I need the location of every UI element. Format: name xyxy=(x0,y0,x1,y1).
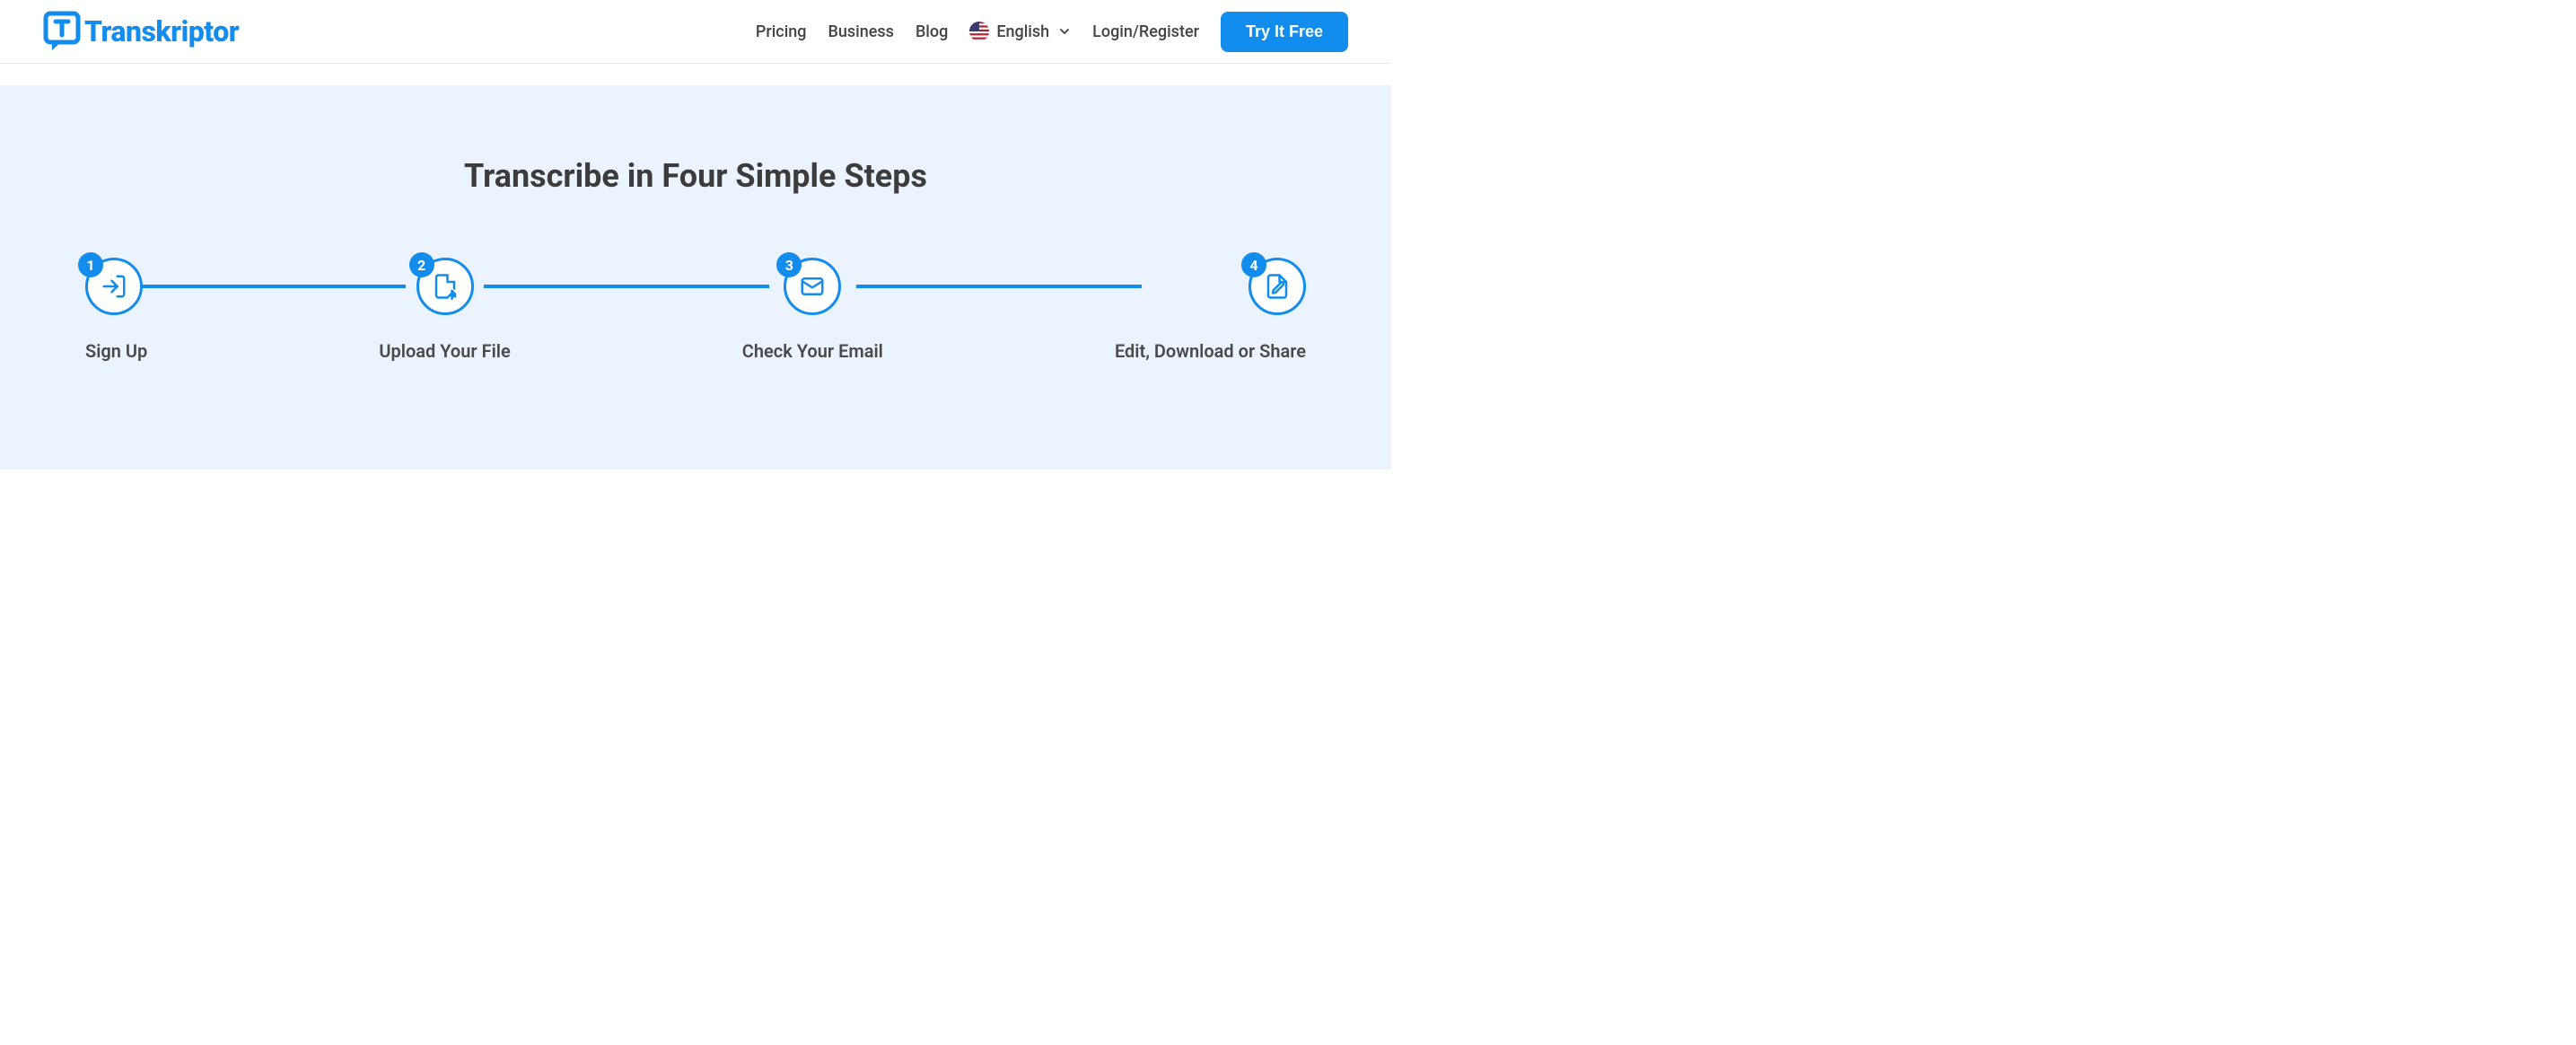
nav-login[interactable]: Login/Register xyxy=(1092,22,1199,41)
step-label: Sign Up xyxy=(85,340,147,362)
step-label: Edit, Download or Share xyxy=(1115,340,1306,362)
step-signup: 1 Sign Up xyxy=(85,258,147,362)
logo-icon xyxy=(43,11,81,52)
nav-blog[interactable]: Blog xyxy=(916,22,948,41)
steps-section: Transcribe in Four Simple Steps 1 Sign U… xyxy=(0,85,1391,470)
edit-file-icon xyxy=(1264,273,1291,300)
nav-business[interactable]: Business xyxy=(828,22,894,41)
email-icon xyxy=(799,273,826,300)
step-email: 3 Check Your Email xyxy=(742,258,883,362)
step-label: Check Your Email xyxy=(742,340,883,362)
step-number: 4 xyxy=(1241,252,1266,277)
brand-name: Transkriptor xyxy=(84,14,239,48)
main-header: Transkriptor Pricing Business Blog Engli… xyxy=(0,0,1391,64)
step-number: 2 xyxy=(409,252,434,277)
try-free-button[interactable]: Try It Free xyxy=(1221,12,1348,52)
brand-logo[interactable]: Transkriptor xyxy=(43,11,239,52)
language-label: English xyxy=(996,22,1049,41)
main-nav: Pricing Business Blog English xyxy=(756,12,1348,52)
language-selector[interactable]: English xyxy=(969,22,1071,41)
step-upload: 2 Upload Your File xyxy=(379,258,510,362)
flag-us-icon xyxy=(969,22,989,41)
step-number: 1 xyxy=(78,252,103,277)
chevron-down-icon xyxy=(1058,25,1071,38)
step-edit: 4 Edit, Download or Share xyxy=(1115,258,1306,362)
step-label: Upload Your File xyxy=(379,340,510,362)
steps-row: 1 Sign Up 2 xyxy=(85,258,1306,362)
section-title: Transcribe in Four Simple Steps xyxy=(43,157,1348,195)
upload-file-icon xyxy=(432,273,459,300)
nav-pricing[interactable]: Pricing xyxy=(756,22,807,41)
signup-icon xyxy=(101,273,127,300)
